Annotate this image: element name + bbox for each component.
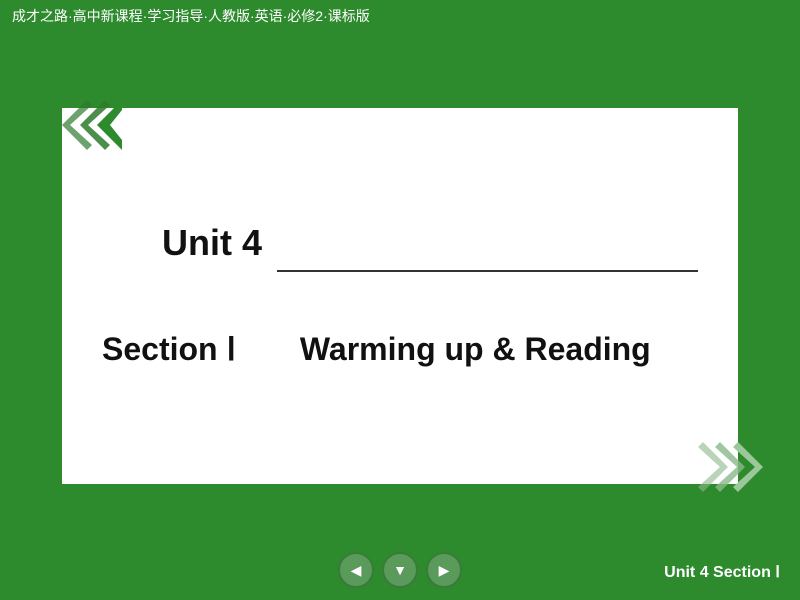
prev-icon: ◀: [351, 562, 362, 579]
home-button[interactable]: ▼: [382, 552, 418, 588]
nav-buttons: ◀ ▼ ▶: [338, 552, 462, 588]
unit-title-container: Unit 4: [102, 222, 698, 314]
home-icon: ▼: [393, 562, 407, 578]
next-button[interactable]: ▶: [426, 552, 462, 588]
header-title: 成才之路·高中新课程·学习指导·人教版·英语·必修2·课标版: [12, 6, 370, 26]
bottom-bar: ◀ ▼ ▶ Unit 4 Section Ⅰ: [0, 540, 800, 600]
bottom-label: Unit 4 Section Ⅰ: [664, 562, 780, 582]
left-chevrons-icon: [32, 90, 122, 160]
section-title: Section Ⅰ Warming up & Reading: [102, 324, 651, 370]
content-card: Unit 4 Section Ⅰ Warming up & Reading: [60, 106, 740, 486]
main-area: Unit 4 Section Ⅰ Warming up & Reading: [0, 32, 800, 540]
left-decorations: [32, 90, 122, 160]
right-chevrons-icon: [678, 432, 768, 502]
unit-title: Unit 4: [162, 222, 262, 264]
header-bar: 成才之路·高中新课程·学习指导·人教版·英语·必修2·课标版: [0, 0, 800, 32]
right-decorations: [678, 432, 768, 502]
prev-button[interactable]: ◀: [338, 552, 374, 588]
next-icon: ▶: [439, 562, 450, 579]
